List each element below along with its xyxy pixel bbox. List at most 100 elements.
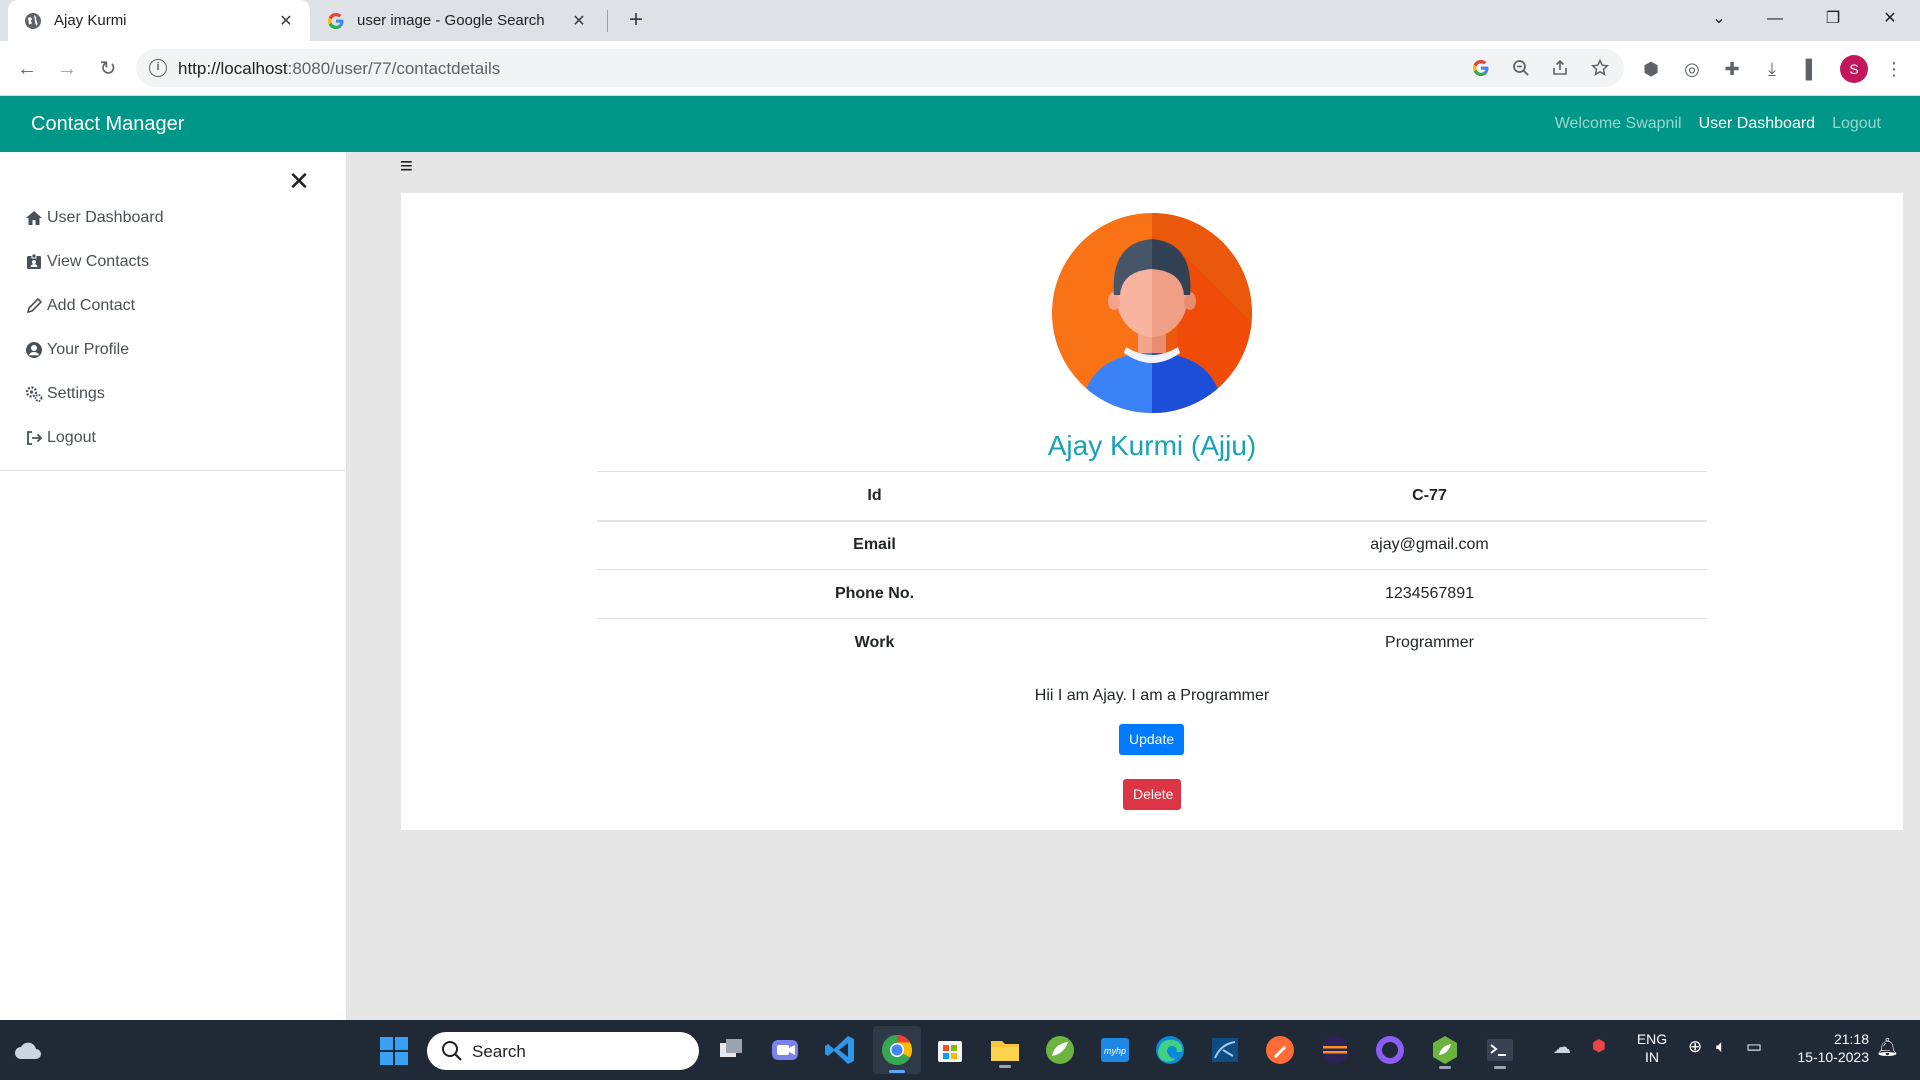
battery-icon[interactable]: ▭	[1746, 1038, 1762, 1056]
sidebar-item-label: Your Profile	[47, 341, 130, 358]
sidebar-item-settings[interactable]: Settings	[0, 372, 346, 416]
google-icon	[328, 12, 344, 29]
sidebar-item-label: Add Contact	[47, 297, 136, 314]
field-value: 1234567891	[1152, 569, 1707, 619]
contact-details-table: Id C-77 Email ajay@gmail.com Phone No. 1…	[597, 471, 1707, 668]
site-info-icon[interactable]: i	[149, 59, 167, 77]
sidebar-item-add-contact[interactable]: Add Contact	[0, 284, 346, 328]
microsoft-store-icon[interactable]	[930, 1030, 970, 1070]
share-icon[interactable]	[1551, 59, 1569, 77]
sidebar-item-view-contacts[interactable]: View Contacts	[0, 240, 346, 284]
forward-arrow-icon[interactable]: →	[52, 54, 82, 84]
clock[interactable]: 21:18 15-10-2023	[1781, 1030, 1869, 1066]
welcome-text: Welcome Swapnil	[1554, 115, 1682, 132]
table-row: Work Programmer	[597, 618, 1707, 668]
tab-separator	[607, 10, 608, 32]
brand-title[interactable]: Contact Manager	[31, 113, 184, 136]
security-icon[interactable]: ⬢	[1592, 1038, 1606, 1056]
zoom-icon[interactable]	[1512, 59, 1530, 77]
field-label: Work	[597, 618, 1152, 668]
github-desktop-icon[interactable]	[1370, 1030, 1410, 1070]
id-card-icon	[27, 253, 41, 269]
app-navbar: Contact Manager Welcome Swapnil User Das…	[0, 96, 1920, 152]
side-panel-icon[interactable]: ▌	[1798, 55, 1826, 83]
sidebar-item-user-dashboard[interactable]: User Dashboard	[0, 196, 346, 240]
delete-button[interactable]: Delete	[1123, 779, 1181, 810]
tab-search-chevron-icon[interactable]: ⌄	[1696, 0, 1742, 38]
terminal-icon[interactable]	[1480, 1030, 1520, 1070]
google-lens-icon[interactable]	[1472, 59, 1490, 77]
back-arrow-icon[interactable]: ←	[12, 54, 42, 84]
contact-name: Ajay Kurmi (Ajju)	[1047, 430, 1257, 461]
teams-chat-icon[interactable]	[765, 1030, 805, 1070]
windows-start-icon[interactable]	[379, 1036, 409, 1066]
profile-avatar[interactable]: S	[1840, 55, 1868, 83]
windows-taskbar: Search myhp ☁ ⬢ ENG IN ⊕ 🔈︎ ▭ 21:18 15-1…	[0, 1020, 1920, 1080]
reload-icon[interactable]: ↻	[93, 54, 123, 84]
notification-bell-icon[interactable]: 🔔︎	[1876, 1038, 1899, 1056]
tab-close-icon[interactable]: ✕	[569, 11, 589, 31]
nav-logout-link[interactable]: Logout	[1832, 115, 1881, 133]
sidebar-item-logout[interactable]: Logout	[0, 416, 346, 460]
field-value: ajay@gmail.com	[1152, 520, 1707, 570]
browser-tab[interactable]: user image - Google Search ✕	[313, 0, 603, 41]
restore-icon[interactable]: ❐	[1810, 0, 1856, 38]
taskbar-search[interactable]: Search	[427, 1032, 699, 1070]
mysql-workbench-icon[interactable]: myhp	[1095, 1030, 1135, 1070]
onedrive-icon[interactable]: ☁	[1553, 1038, 1571, 1056]
mysql-dolphin-icon[interactable]	[1205, 1030, 1245, 1070]
eclipse-icon[interactable]	[1315, 1030, 1355, 1070]
file-explorer-icon[interactable]	[985, 1030, 1025, 1070]
spring-boot-icon[interactable]	[1425, 1030, 1465, 1070]
sidebar: ✕ User Dashboard View Contacts Add Conta…	[0, 152, 347, 1020]
extension-cube-icon[interactable]: ⬢	[1637, 55, 1665, 83]
search-icon	[442, 1041, 462, 1061]
sidebar-menu: User Dashboard View Contacts Add Contact…	[0, 196, 346, 460]
bookmark-star-icon[interactable]	[1591, 59, 1609, 77]
edge-icon[interactable]	[1150, 1030, 1190, 1070]
tab-title: Ajay Kurmi	[54, 12, 127, 29]
url-text[interactable]: http://localhost:8080/user/77/contactdet…	[178, 59, 500, 79]
sidebar-item-label: User Dashboard	[47, 209, 164, 226]
tab-close-icon[interactable]: ✕	[276, 11, 296, 31]
vscode-icon[interactable]	[820, 1030, 860, 1070]
update-button[interactable]: Update	[1119, 724, 1184, 755]
nav-user-dashboard-link[interactable]: User Dashboard	[1699, 115, 1816, 133]
sidebar-divider	[0, 470, 346, 471]
browser-tabstrip: Ajay Kurmi ✕ user image - Google Search …	[0, 0, 1920, 41]
cogs-icon	[25, 386, 43, 402]
field-label: Phone No.	[597, 569, 1152, 619]
clock-time: 21:18	[1833, 1031, 1869, 1047]
svg-text:myhp: myhp	[1104, 1046, 1126, 1056]
weather-cloud-icon[interactable]	[14, 1037, 42, 1063]
chrome-taskbar-icon[interactable]	[873, 1026, 921, 1074]
kebab-menu-icon[interactable]: ⋮	[1880, 55, 1908, 83]
task-view-icon[interactable]	[711, 1030, 751, 1070]
spring-tool-icon[interactable]	[1040, 1030, 1080, 1070]
pencil-icon	[26, 297, 43, 314]
language-indicator[interactable]: ENG IN	[1632, 1030, 1672, 1066]
tab-title: user image - Google Search	[357, 12, 545, 29]
download-icon[interactable]: ⤓	[1758, 55, 1786, 83]
hamburger-menu-icon[interactable]: ≡	[400, 155, 416, 177]
network-icon[interactable]: ⊕	[1688, 1038, 1702, 1056]
contact-avatar	[1052, 213, 1252, 413]
language-code: ENG	[1636, 1031, 1668, 1047]
minimize-icon[interactable]: —	[1752, 0, 1798, 38]
new-tab-plus-icon[interactable]: +	[622, 6, 650, 34]
sidebar-item-label: Logout	[47, 429, 96, 446]
volume-icon[interactable]: 🔈︎	[1716, 1038, 1726, 1056]
extensions-puzzle-icon[interactable]: ✚	[1718, 55, 1746, 83]
sidebar-item-label: Settings	[47, 385, 105, 402]
field-value: C-77	[1152, 471, 1707, 522]
browser-tab-active[interactable]: Ajay Kurmi ✕	[8, 0, 310, 41]
window-close-icon[interactable]: ✕	[1867, 0, 1913, 38]
address-bar[interactable]: i http://localhost:8080/user/77/contactd…	[136, 49, 1624, 87]
sign-out-icon	[27, 431, 43, 445]
sidebar-close-icon[interactable]: ✕	[285, 167, 313, 195]
sidebar-item-your-profile[interactable]: Your Profile	[0, 328, 346, 372]
table-row: Id C-77	[597, 471, 1707, 522]
extension-code-icon[interactable]: ◎	[1678, 55, 1706, 83]
postman-icon[interactable]	[1260, 1030, 1300, 1070]
browser-toolbar: ← → ↻ i http://localhost:8080/user/77/co…	[0, 41, 1920, 96]
